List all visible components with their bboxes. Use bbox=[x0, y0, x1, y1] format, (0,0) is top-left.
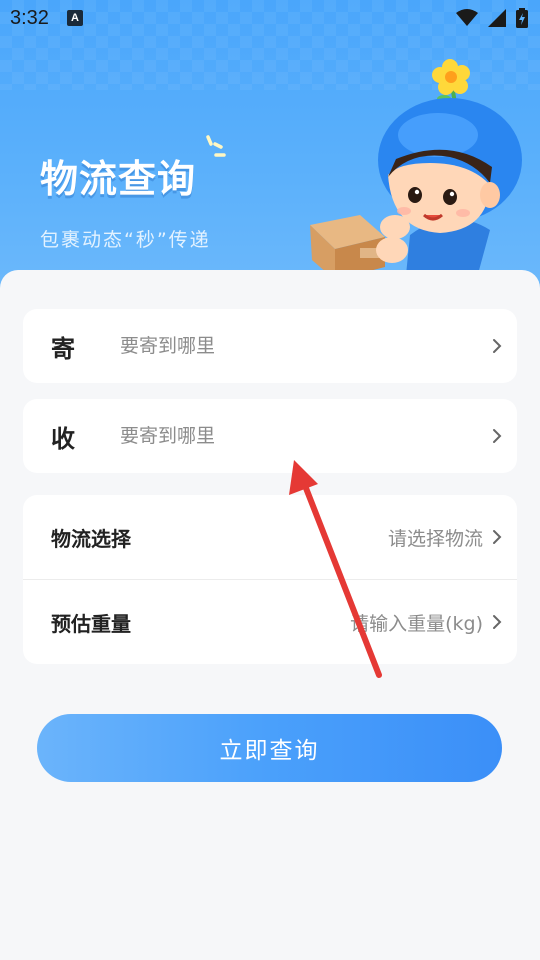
signal-icon bbox=[488, 9, 506, 27]
wifi-icon bbox=[456, 9, 478, 26]
chevron-right-icon bbox=[493, 339, 502, 353]
logistics-value: 请选择物流 bbox=[387, 527, 483, 550]
page-subtitle: 包裹动态“秒”传递 bbox=[40, 229, 211, 251]
receive-row[interactable]: 收 bbox=[23, 399, 517, 473]
header-background: 3:32 A 物流查询 包裹动态“秒”传递 bbox=[0, 0, 540, 300]
status-bar: 3:32 A bbox=[0, 0, 540, 36]
send-address-input[interactable] bbox=[120, 335, 460, 357]
receive-card: 收 bbox=[23, 399, 517, 473]
options-card: 物流选择 请选择物流 预估重量 请输入重量(kg) bbox=[23, 495, 517, 664]
status-time: 3:32 bbox=[10, 6, 49, 29]
page-title: 物流查询 bbox=[40, 157, 197, 201]
send-row[interactable]: 寄 bbox=[23, 309, 517, 383]
send-card: 寄 bbox=[23, 309, 517, 383]
sparkle-icon bbox=[206, 135, 226, 157]
battery-icon bbox=[516, 8, 528, 28]
logistics-select-row[interactable]: 物流选择 请选择物流 bbox=[23, 495, 517, 579]
weight-label: 预估重量 bbox=[51, 611, 131, 636]
notification-a-icon: A bbox=[66, 10, 83, 26]
chevron-right-icon bbox=[493, 429, 502, 443]
send-label: 寄 bbox=[51, 334, 75, 363]
logistics-label: 物流选择 bbox=[51, 526, 131, 551]
query-button[interactable]: 立即查询 bbox=[37, 714, 502, 782]
weight-input-row[interactable]: 预估重量 请输入重量(kg) bbox=[23, 580, 517, 664]
chevron-right-icon bbox=[493, 530, 502, 544]
courier-mascot-illustration bbox=[310, 59, 522, 285]
receive-address-input[interactable] bbox=[120, 425, 460, 447]
receive-label: 收 bbox=[51, 424, 75, 453]
weight-value: 请输入重量(kg) bbox=[350, 612, 483, 635]
chevron-right-icon bbox=[493, 615, 502, 629]
status-icons bbox=[456, 8, 528, 28]
header-text: 物流查询 包裹动态“秒”传递 bbox=[40, 135, 226, 252]
